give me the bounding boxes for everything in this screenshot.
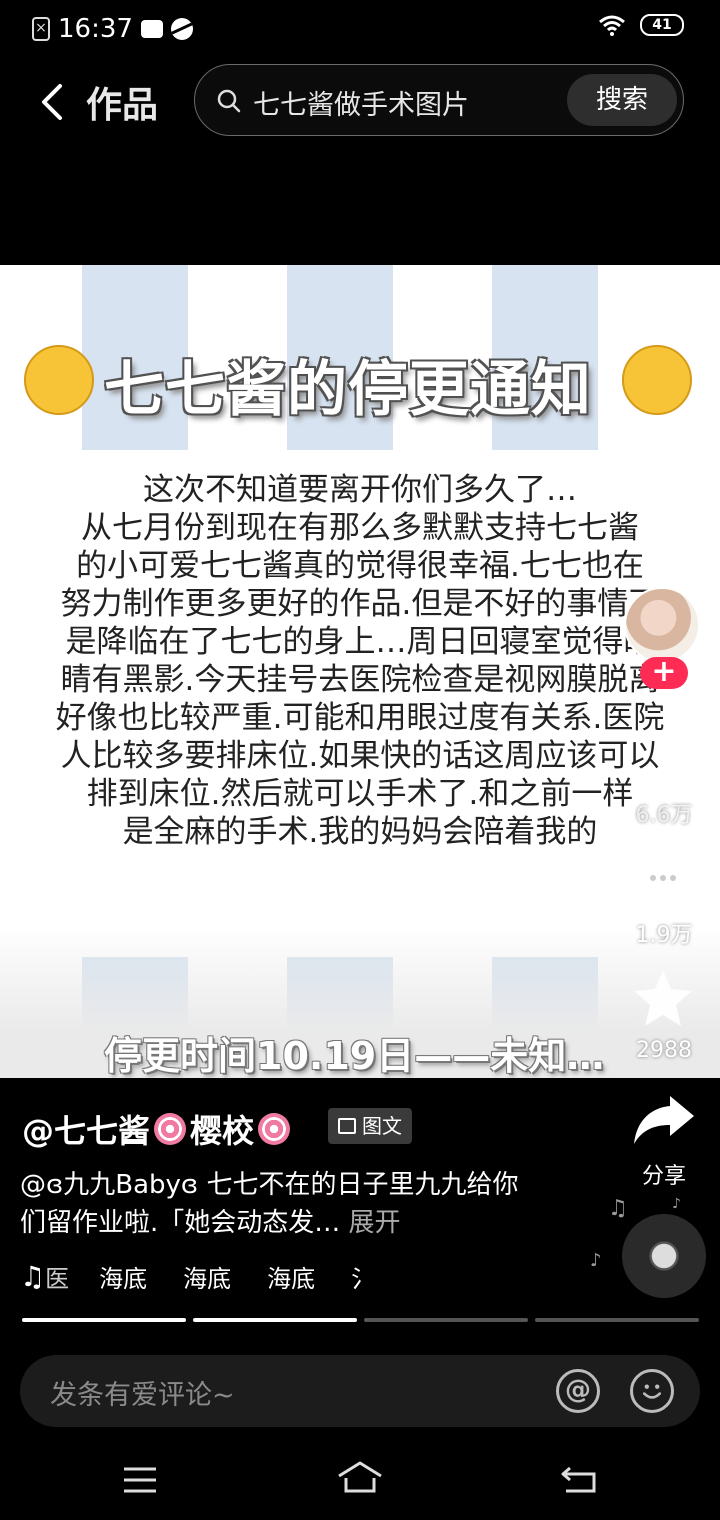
progress-segment <box>193 1318 357 1322</box>
favorite-star-icon[interactable] <box>632 968 694 1028</box>
search-icon <box>217 89 241 113</box>
status-bar: × 16:37 41 <box>0 0 720 58</box>
search-button[interactable]: 搜索 <box>567 74 677 126</box>
body-line: 努力制作更多更好的作品.但是不好的事情不 <box>60 586 660 622</box>
post-description[interactable]: @ɞ九九Babyɞ 七七不在的日子里九九给你们留作业啦.「她会动态发… 展开 <box>20 1166 540 1242</box>
status-time: 16:37 <box>58 14 133 44</box>
music-disc[interactable] <box>622 1214 706 1298</box>
description-text: @ɞ九九Babyɞ 七七不在的日子里九九给你们留作业啦.「她会动态发… <box>20 1170 519 1238</box>
app-notification-icon <box>170 18 193 40</box>
share-arrow-icon[interactable] <box>632 1094 696 1146</box>
music-text: 氵 <box>351 1264 376 1293</box>
comment-input[interactable]: 发条有爱评论~ <box>50 1373 235 1412</box>
message-icon <box>140 20 163 38</box>
music-text: 医 <box>45 1264 70 1293</box>
floating-note-icon: ♪ <box>590 1250 602 1271</box>
home-icon[interactable] <box>336 1460 384 1494</box>
progress-segment <box>22 1318 186 1322</box>
image-text-badge: 图文 <box>328 1108 412 1144</box>
body-line: 人比较多要排床位.如果快的话这周应该可以 <box>60 738 660 774</box>
emoji-icon[interactable] <box>630 1369 674 1413</box>
search-box[interactable]: 七七酱做手术图片 搜索 <box>194 64 684 136</box>
comment-icon[interactable] <box>634 855 692 905</box>
body-line: 的小可爱七七酱真的觉得很幸福.七七也在 <box>76 548 644 584</box>
follow-button[interactable]: + <box>640 657 688 689</box>
flower-icon <box>154 1113 187 1145</box>
flower-icon <box>258 1113 291 1145</box>
music-text: 海底 <box>267 1264 316 1293</box>
post-title: 七七酱的停更通知 <box>104 355 592 425</box>
share-label[interactable]: 分享 <box>614 1158 714 1190</box>
mask-face-emoji-icon <box>622 345 692 415</box>
status-right: 41 <box>598 14 684 36</box>
back-nav-icon[interactable] <box>560 1464 598 1494</box>
badge-label: 图文 <box>362 1114 402 1138</box>
expand-link[interactable]: 展开 <box>349 1208 401 1238</box>
floating-note-icon: ♫ <box>608 1196 628 1221</box>
comment-count[interactable]: 1.9万 <box>614 917 714 949</box>
menu-icon[interactable] <box>122 1466 158 1494</box>
image-icon <box>338 1118 356 1134</box>
music-text: 海底 <box>183 1264 232 1293</box>
music-note-icon: ♫ <box>20 1259 46 1293</box>
no-sim-icon: × <box>32 17 50 41</box>
at-mention-icon[interactable]: @ <box>556 1369 600 1413</box>
post-bottom-text: 停更时间10.19日——未知… <box>104 1034 605 1078</box>
floating-note-icon: ♪ <box>672 1196 681 1212</box>
system-nav-bar <box>0 1440 720 1520</box>
author-name[interactable]: @七七酱 <box>22 1106 150 1152</box>
wifi-icon <box>599 15 625 36</box>
progress-segment <box>364 1318 528 1322</box>
top-bar: 作品 七七酱做手术图片 搜索 <box>0 62 720 138</box>
body-line: 睛有黑影.今天挂号去医院检查是视网膜脱离 <box>60 662 660 698</box>
status-left: × 16:37 <box>32 14 193 44</box>
author-avatar[interactable] <box>624 587 700 663</box>
body-line: 好像也比较严重.可能和用眼过度有关系.医院 <box>55 700 665 736</box>
music-marquee[interactable]: ♫ 医 海底 海底 海底 氵 <box>20 1258 390 1294</box>
bandaged-face-emoji-icon <box>24 345 94 415</box>
post-image[interactable]: 七七酱的停更通知 这次不知道要离开你们多久了… 从七月份到现在有那么多默默支持七… <box>0 265 720 1078</box>
body-line: 从七月份到现在有那么多默默支持七七酱 <box>81 510 639 546</box>
body-line: 这次不知道要离开你们多久了… <box>143 472 577 508</box>
body-line: 是降临在了七七的身上…周日回寝室觉得眼 <box>65 624 655 660</box>
back-arrow-icon[interactable] <box>34 82 74 122</box>
post-title-row: 七七酱的停更通知 <box>0 337 720 425</box>
favorite-count[interactable]: 2988 <box>614 1038 714 1063</box>
music-text: 海底 <box>99 1264 148 1293</box>
post-body-text: 这次不知道要离开你们多久了… 从七月份到现在有那么多默默支持七七酱 的小可爱七七… <box>0 471 720 851</box>
page-title: 作品 <box>86 85 159 126</box>
body-line: 是全麻的手术.我的妈妈会陪着我的 <box>122 814 598 850</box>
comment-bar[interactable]: 发条有爱评论~ @ <box>20 1355 700 1427</box>
like-count[interactable]: 6.6万 <box>614 797 714 829</box>
author-suffix[interactable]: 樱校 <box>190 1106 254 1152</box>
author-row[interactable]: @七七酱 樱校 <box>22 1106 291 1152</box>
progress-segment <box>535 1318 699 1322</box>
battery-icon: 41 <box>640 14 684 36</box>
search-input[interactable]: 七七酱做手术图片 <box>253 83 469 122</box>
body-line: 排到床位.然后就可以手术了.和之前一样 <box>86 776 634 812</box>
